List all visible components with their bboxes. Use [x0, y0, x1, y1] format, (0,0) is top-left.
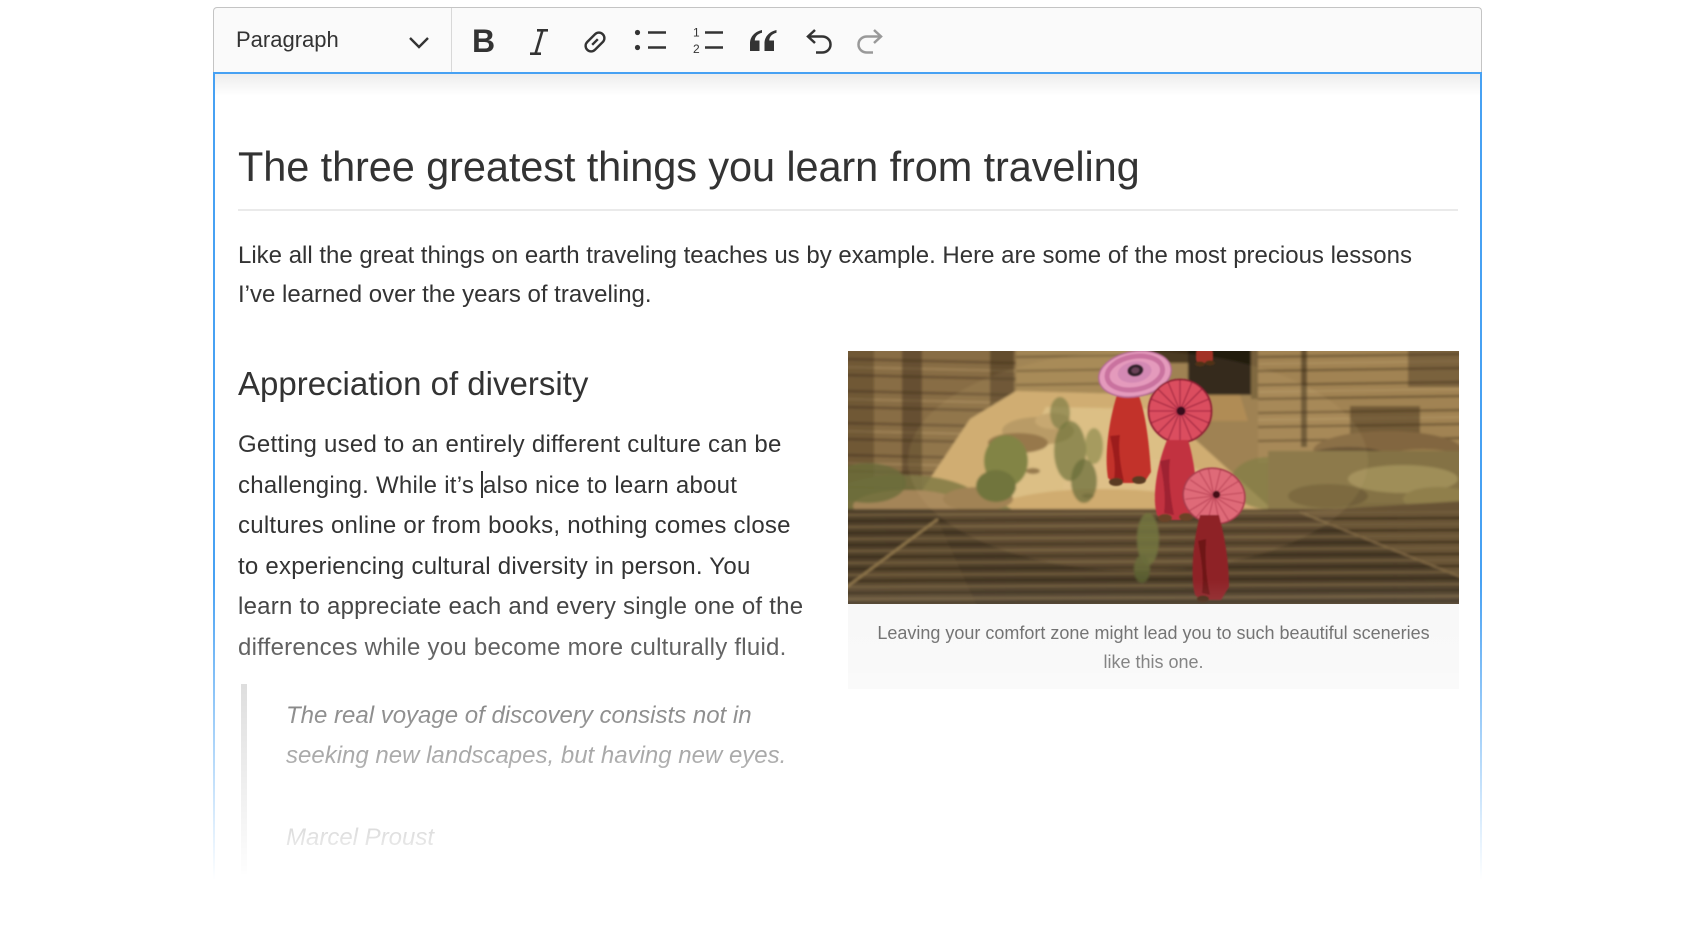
svg-text:2: 2 — [693, 42, 700, 54]
svg-text:1: 1 — [693, 26, 700, 40]
